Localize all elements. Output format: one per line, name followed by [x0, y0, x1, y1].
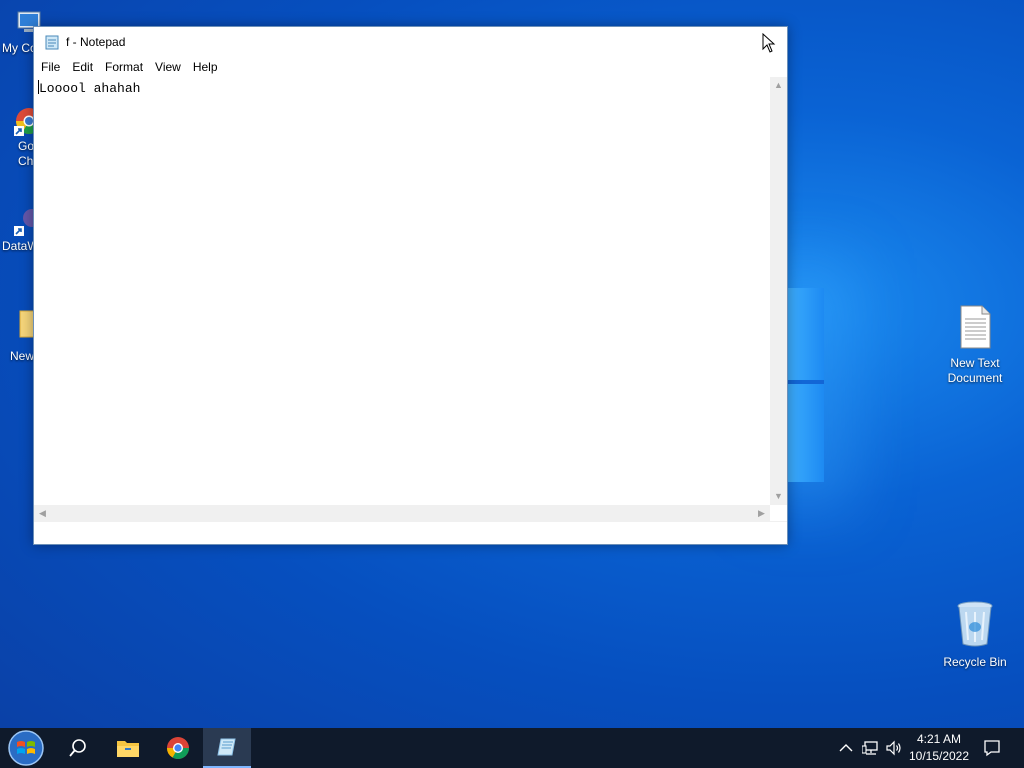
- scroll-right-arrow-icon[interactable]: ▶: [753, 505, 770, 522]
- notification-icon: [984, 740, 1000, 757]
- menu-file[interactable]: File: [34, 57, 66, 77]
- taskbar-file-explorer[interactable]: [104, 728, 152, 768]
- desktop-icon-label: Recycle Bin: [943, 655, 1007, 669]
- menu-bar: File Edit Format View Help: [34, 57, 787, 77]
- search-button[interactable]: [54, 728, 102, 768]
- notepad-icon: [217, 738, 236, 756]
- title-bar[interactable]: f - Notepad: [34, 27, 787, 57]
- desktop-icon-new-text-document[interactable]: New Text Document: [935, 305, 1015, 386]
- horizontal-scrollbar[interactable]: ◀ ▶: [34, 505, 770, 522]
- network-status-button[interactable]: [860, 728, 882, 768]
- scroll-up-arrow-icon[interactable]: ▲: [770, 77, 787, 94]
- chrome-icon: [167, 737, 189, 759]
- desktop-icon-label-line2: Document: [947, 371, 1003, 385]
- windows-logo-wallpaper: [786, 288, 824, 482]
- search-icon: [69, 739, 86, 757]
- file-explorer-icon: [117, 741, 139, 757]
- mouse-pointer-icon: [762, 33, 776, 53]
- text-editor[interactable]: Looool ahahah: [34, 77, 770, 505]
- start-button[interactable]: [2, 728, 50, 768]
- recycle-bin-icon: [957, 601, 993, 647]
- notepad-icon: [45, 35, 59, 50]
- desktop-icon-label-line1: New Text: [950, 356, 1000, 370]
- clock-date: 10/15/2022: [908, 749, 970, 763]
- taskbar-notepad[interactable]: [203, 728, 251, 768]
- start-icon: [8, 730, 44, 766]
- menu-format[interactable]: Format: [99, 57, 149, 77]
- action-center-button[interactable]: [976, 728, 1008, 768]
- taskbar: 4:21 AM 10/15/2022: [0, 728, 1024, 768]
- notepad-window[interactable]: f - Notepad File Edit Format View Help L…: [33, 26, 788, 545]
- taskbar-chrome[interactable]: [154, 728, 202, 768]
- text-document-icon: [960, 305, 991, 349]
- speaker-icon: [886, 740, 901, 756]
- volume-button[interactable]: [883, 728, 905, 768]
- scroll-down-arrow-icon[interactable]: ▼: [770, 488, 787, 505]
- network-icon: [862, 741, 878, 755]
- show-hidden-icons-button[interactable]: [836, 728, 856, 768]
- menu-view[interactable]: View: [149, 57, 187, 77]
- clock[interactable]: 4:21 AM 10/15/2022: [904, 731, 974, 765]
- desktop-icon-recycle-bin[interactable]: Recycle Bin: [935, 600, 1015, 670]
- menu-help[interactable]: Help: [187, 57, 224, 77]
- chevron-up-icon: [839, 744, 853, 752]
- window-title: f - Notepad: [66, 35, 126, 49]
- menu-edit[interactable]: Edit: [66, 57, 99, 77]
- clock-time: 4:21 AM: [916, 732, 962, 746]
- scroll-left-arrow-icon[interactable]: ◀: [34, 505, 51, 522]
- vertical-scrollbar[interactable]: ▲ ▼: [770, 77, 787, 505]
- editor-content: Looool ahahah: [39, 81, 141, 96]
- status-bar: [34, 521, 787, 544]
